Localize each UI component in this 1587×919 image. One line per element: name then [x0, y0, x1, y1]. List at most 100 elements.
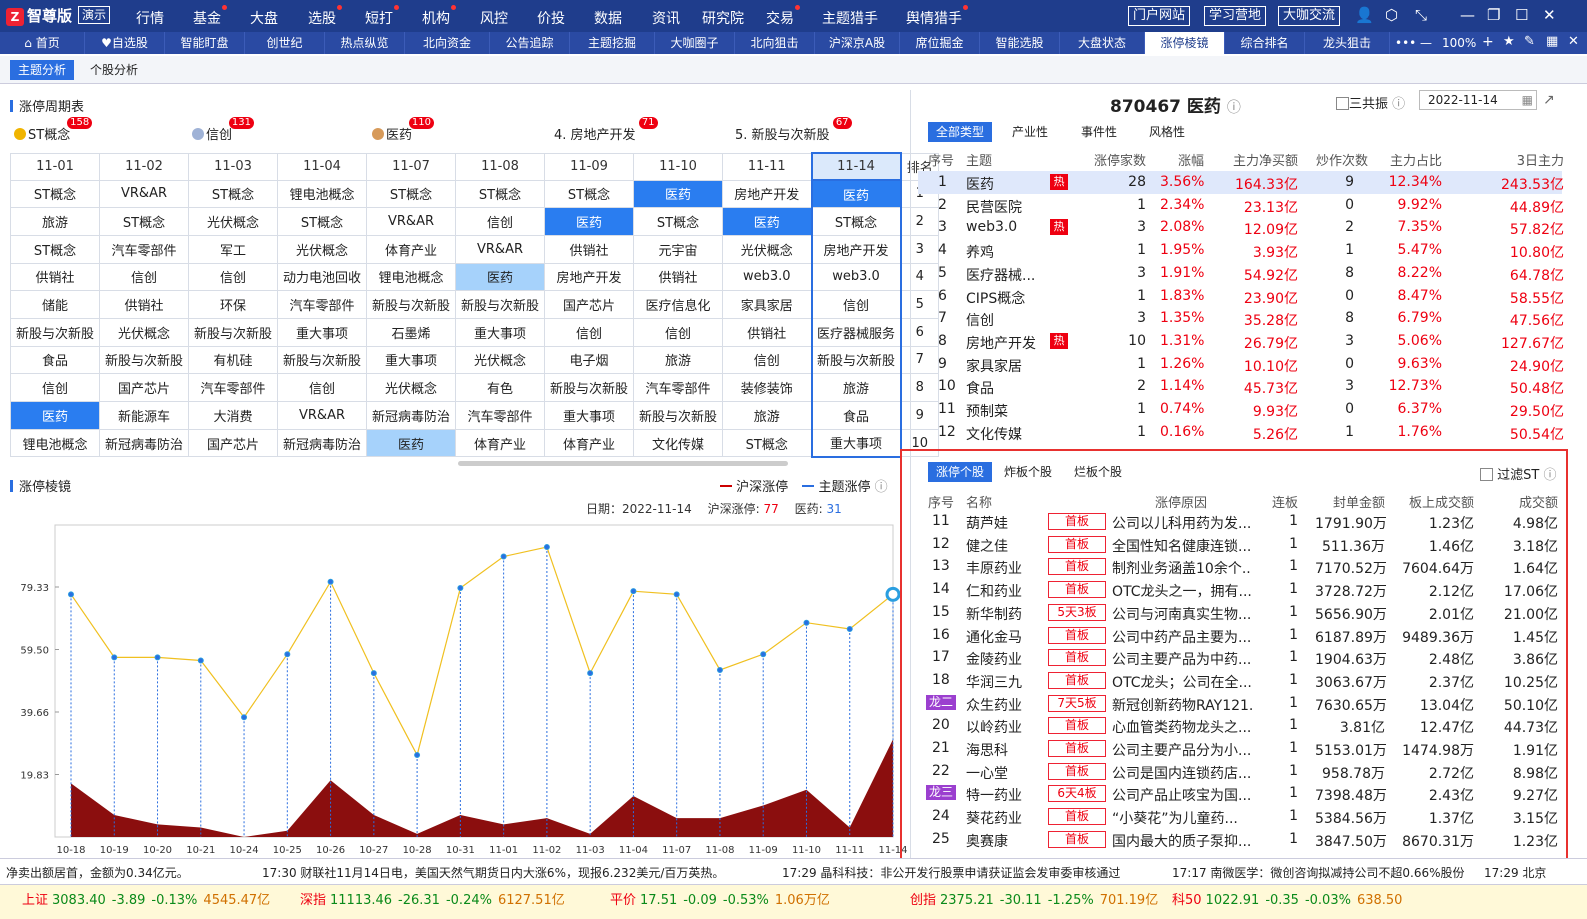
cycle-cell[interactable]: web3.0 — [722, 262, 812, 292]
data-point[interactable] — [673, 591, 680, 598]
cycle-cell[interactable]: 重大事项 — [810, 428, 902, 458]
menu-item[interactable]: 研究院 — [702, 8, 744, 28]
cycle-cell[interactable]: ST概念 — [99, 207, 189, 236]
stock-row[interactable]: 18 华润三九 首板 OTC龙头；公司在全... 1 3063.67万 2.37亿 10.25… — [920, 669, 1562, 692]
cycle-cell[interactable]: VR&AR — [99, 179, 189, 209]
cycle-cell[interactable]: 光伏概念 — [722, 234, 812, 264]
cycle-cell[interactable]: ST概念 — [455, 179, 545, 209]
cycle-cell[interactable]: 国产芯片 — [544, 290, 634, 319]
cycle-cell[interactable]: 供销社 — [10, 262, 100, 292]
help-icon[interactable]: ⓘ — [875, 480, 888, 495]
stock-row[interactable]: 24 葵花药业 首板 “小葵花”为儿童药... 1 5384.56万 1.37亿 3.15亿 — [920, 805, 1562, 828]
cycle-cell[interactable]: 旅游 — [10, 207, 100, 236]
menu-item[interactable]: 选股 — [308, 5, 342, 28]
cycle-cell[interactable]: ST概念 — [366, 179, 456, 209]
stock-row[interactable]: 15 新华制药 5天3板 公司与河南真实生物... 1 5656.90万 2.01亿 21.0… — [920, 601, 1562, 624]
cycle-cell[interactable]: 信创 — [455, 207, 545, 236]
cycle-cell[interactable]: 信创 — [10, 373, 100, 402]
cycle-cell[interactable]: 家具家居 — [722, 290, 812, 319]
cycle-cell[interactable]: 旅游 — [633, 345, 723, 375]
data-point[interactable] — [885, 586, 901, 602]
star-icon[interactable]: ★ — [1503, 34, 1515, 49]
menu-item[interactable]: 资讯 — [652, 8, 680, 28]
shrink-icon[interactable]: ⤡ — [1415, 6, 1427, 24]
cycle-cell[interactable]: 汽车零部件 — [188, 373, 278, 402]
theme-row[interactable]: 10 食品 2 1.14% 45.73亿 3 12.73% 50.48亿 — [918, 375, 1564, 398]
cycle-cell[interactable]: ST概念 — [188, 179, 278, 209]
cycle-cell[interactable]: 电子烟 — [544, 345, 634, 375]
theme-row[interactable]: 5 医疗器械... 3 1.91% 54.92亿 8 8.22% 64.78亿 — [918, 262, 1564, 285]
tab-item[interactable]: 龙头狙击 — [1305, 32, 1390, 54]
cycle-cell[interactable]: 医药 — [455, 262, 545, 292]
theme-type-tab[interactable]: 产业性 — [1004, 122, 1056, 142]
sangong-checkbox[interactable]: 三共振 ⓘ — [1336, 93, 1405, 112]
theme-row[interactable]: 12 文化传媒 1 0.16% 5.26亿 1 1.76% 50.54亿 — [918, 421, 1564, 444]
theme-row[interactable]: 7 信创 3 1.35% 35.28亿 8 6.79% 47.56亿 — [918, 307, 1564, 330]
tab-item[interactable]: 综合排名 — [1225, 32, 1305, 54]
cycle-cell[interactable]: 石墨烯 — [366, 317, 456, 347]
tab-item[interactable]: 智能盯盘 — [165, 32, 245, 54]
cycle-cell[interactable]: 信创 — [188, 262, 278, 292]
data-point[interactable] — [197, 657, 204, 664]
data-point[interactable] — [284, 651, 291, 658]
theme-row[interactable]: 11 预制菜 1 0.74% 9.93亿 0 6.37% 29.50亿 — [918, 398, 1564, 421]
cycle-cell[interactable]: 新股与次新股 — [188, 317, 278, 347]
theme-row[interactable]: 2 民营医院 1 2.34% 23.13亿 0 9.92% 44.89亿 — [918, 194, 1564, 217]
cycle-theme-head[interactable]: 5. 新股与次新股 67 — [735, 117, 852, 143]
cycle-cell[interactable]: 环保 — [188, 290, 278, 319]
cycle-cell[interactable]: ST概念 — [10, 234, 100, 264]
data-point[interactable] — [154, 654, 161, 661]
cycle-cell[interactable]: 旅游 — [810, 373, 902, 402]
cycle-cell[interactable]: 锂电池概念 — [366, 262, 456, 292]
cycle-cell[interactable]: 新股与次新股 — [544, 373, 634, 402]
tab-item[interactable]: 大咖圈子 — [655, 32, 735, 54]
cycle-cell[interactable]: 房地产开发 — [544, 262, 634, 292]
data-point[interactable] — [500, 553, 507, 560]
cycle-cell[interactable]: 医疗器械服务 — [810, 317, 902, 347]
cycle-cell[interactable]: 有色 — [455, 373, 545, 402]
stock-row[interactable]: 13 丰原药业 首板 制剂业务涵盖10余个... 1 7170.52万 7604.64万 1.… — [920, 555, 1562, 578]
cycle-cell[interactable]: 装修装饰 — [722, 373, 812, 402]
news-item[interactable]: 17:29 北京 — [1484, 864, 1546, 881]
cycle-cell[interactable]: 信创 — [277, 373, 367, 402]
theme-row[interactable]: 8 房地产开发 10 1.31% 26.79亿 3 5.06% 127.67亿 热 — [918, 330, 1564, 353]
menu-item[interactable]: 数据 — [594, 8, 622, 28]
cycle-cell[interactable]: web3.0 — [810, 262, 902, 292]
cycle-cell[interactable]: 信创 — [722, 345, 812, 375]
cycle-cell[interactable]: 有机硅 — [188, 345, 278, 375]
cycle-cell[interactable]: ST概念 — [633, 207, 723, 236]
menu-item[interactable]: 机构 — [422, 5, 456, 28]
cycle-cell[interactable]: 医药 — [366, 428, 456, 458]
cycle-cell[interactable]: 信创 — [544, 317, 634, 347]
cycle-cell[interactable]: VR&AR — [455, 234, 545, 264]
tab-close-icon[interactable]: ✕ — [1568, 34, 1579, 49]
index-quote[interactable]: 深指 11113.46 -26.31 -0.24% 6127.51亿 — [300, 889, 565, 908]
cycle-cell[interactable]: 文化传媒 — [633, 428, 723, 458]
question-icon[interactable]: ⓘ — [1392, 97, 1405, 112]
cycle-cell[interactable]: 汽车零部件 — [455, 401, 545, 430]
tab-item[interactable]: 创世纪 — [245, 32, 325, 54]
minus-icon[interactable]: — — [1420, 36, 1432, 50]
cycle-cell[interactable]: 汽车零部件 — [99, 234, 189, 264]
cycle-cell[interactable]: 军工 — [188, 234, 278, 264]
cycle-cell[interactable]: 食品 — [810, 401, 902, 430]
cycle-cell[interactable]: 国产芯片 — [99, 373, 189, 402]
plus-icon[interactable]: + — [1482, 34, 1494, 50]
stock-type-tab[interactable]: 烂板个股 — [1066, 462, 1130, 482]
theme-row[interactable]: 3 web3.0 3 2.08% 12.09亿 2 7.35% 57.82亿 热 — [918, 216, 1564, 239]
cycle-cell[interactable]: 储能 — [10, 290, 100, 319]
cycle-cell[interactable]: 光伏概念 — [188, 207, 278, 236]
cycle-cell[interactable]: 新股与次新股 — [455, 290, 545, 319]
cycle-cell[interactable]: 信创 — [633, 317, 723, 347]
cycle-cell[interactable]: 食品 — [10, 345, 100, 375]
stock-row[interactable]: 25 奥赛康 首板 国内最大的质子泵抑... 1 3847.50万 8670.31万 1.23… — [920, 828, 1562, 851]
cycle-cell[interactable]: 医药 — [10, 401, 100, 430]
cycle-cell[interactable]: 重大事项 — [277, 317, 367, 347]
cycle-cell[interactable]: 供销社 — [544, 234, 634, 264]
cycle-cell[interactable]: 医药 — [810, 179, 902, 209]
menu-item[interactable]: 交易 — [766, 5, 800, 28]
cycle-theme-head[interactable]: ST概念 158 — [14, 117, 93, 143]
tab-item[interactable]: 大盘状态 — [1060, 32, 1145, 54]
stock-type-tab[interactable]: 涨停个股 — [928, 462, 993, 482]
tab-item[interactable]: ♥自选股 — [85, 32, 165, 54]
